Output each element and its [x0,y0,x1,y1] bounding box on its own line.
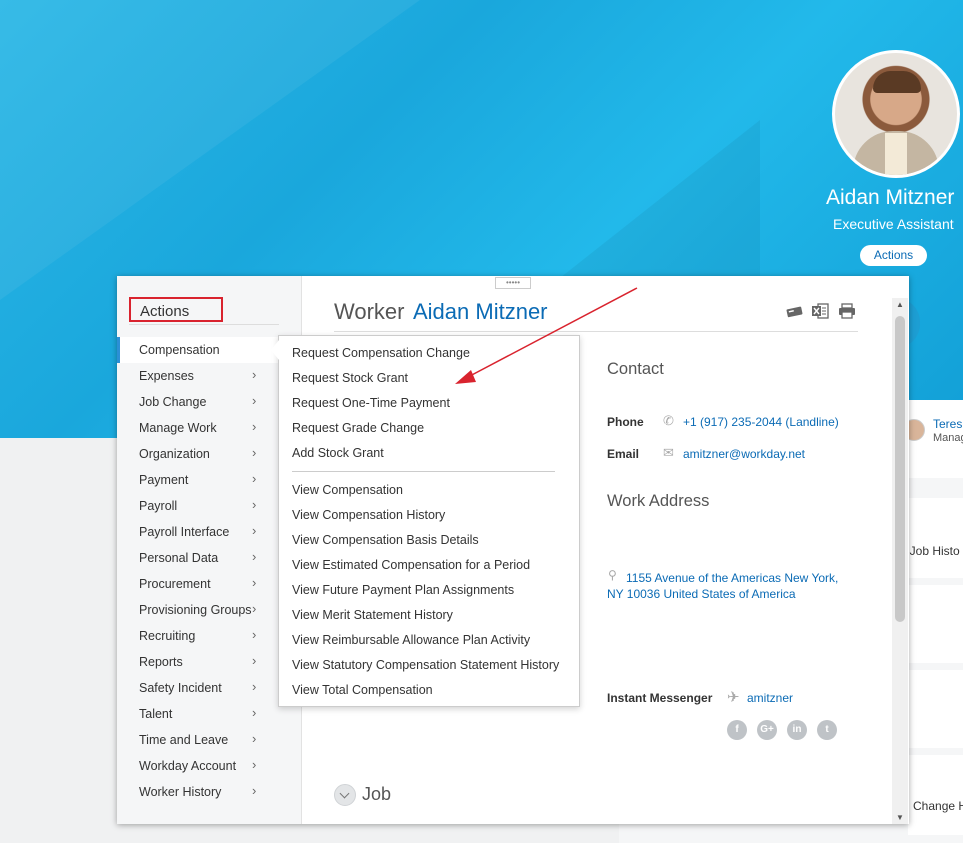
annotation-arrow [455,287,638,384]
